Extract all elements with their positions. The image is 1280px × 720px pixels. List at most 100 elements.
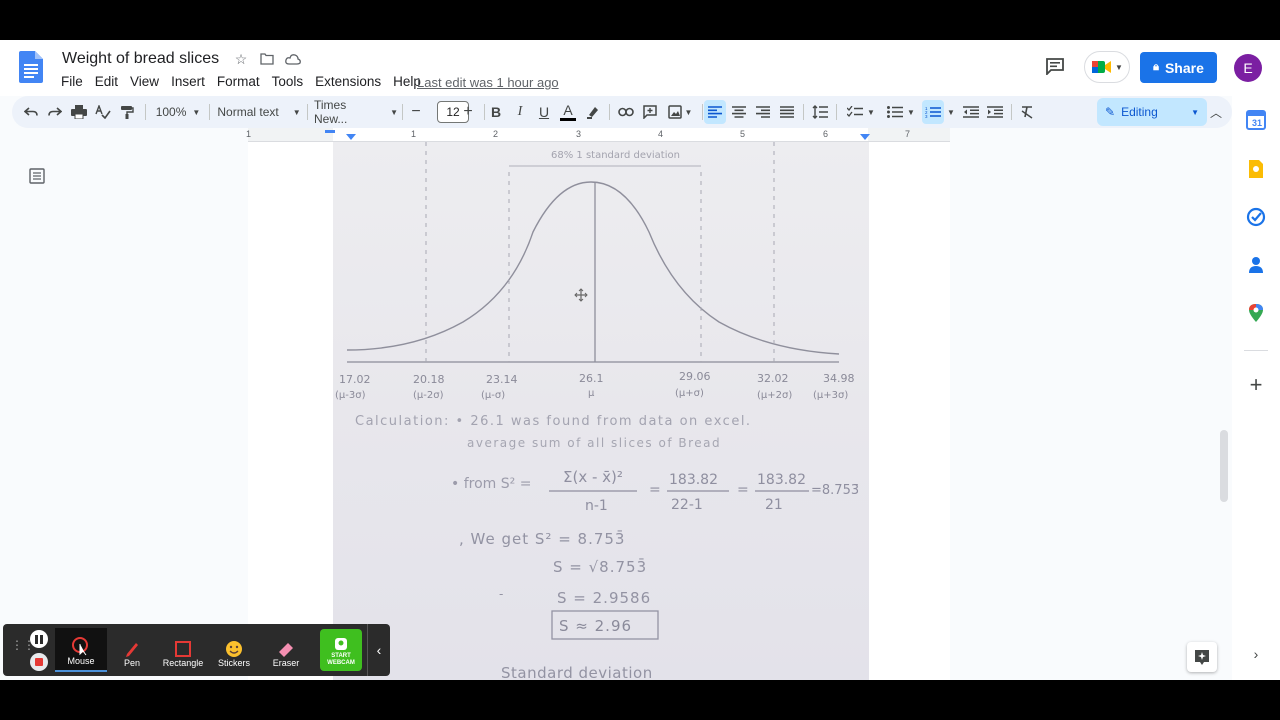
mouse-pointer-icon [72, 637, 88, 656]
s-value-line: S = 2.9586 [557, 589, 651, 607]
account-avatar[interactable]: E [1234, 54, 1262, 82]
tick-label: 29.06 [679, 370, 711, 383]
line-spacing-icon[interactable] [809, 96, 831, 128]
star-icon[interactable]: ☆ [232, 50, 250, 68]
webcam-label: START WEBCAM [327, 653, 355, 666]
insert-link-icon[interactable] [615, 96, 637, 128]
pen-tool-label: Pen [123, 658, 140, 668]
document-outline-icon[interactable] [29, 168, 45, 184]
meet-button[interactable]: ▼ [1084, 51, 1130, 83]
vertical-scrollbar[interactable] [1220, 430, 1228, 502]
text-color-icon[interactable]: A [557, 96, 579, 128]
chevron-down-icon: ▼ [390, 107, 398, 117]
scanned-image[interactable]: 68% 1 standard deviation 17.02 20.18 23.… [333, 142, 869, 680]
decrease-font-size-icon[interactable]: − [405, 96, 427, 128]
comment-history-icon[interactable] [1045, 57, 1065, 75]
tick-sublabel: (μ-σ) [481, 390, 505, 401]
share-button[interactable]: 🔒︎ Share [1140, 52, 1217, 83]
menu-tools[interactable]: Tools [272, 74, 304, 89]
document-title[interactable]: Weight of bread slices [62, 50, 219, 68]
print-icon[interactable] [68, 96, 90, 128]
spellcheck-icon[interactable] [92, 96, 114, 128]
add-addon-icon[interactable]: + [1246, 372, 1266, 397]
zoom-select[interactable]: 100% ▼ [152, 96, 204, 128]
collapse-menus-icon[interactable]: ︿ [1207, 96, 1225, 128]
start-webcam-button[interactable]: START WEBCAM [320, 629, 362, 671]
maps-icon[interactable] [1246, 303, 1266, 323]
move-folder-icon[interactable] [258, 50, 276, 68]
tick-label: 26.1 [579, 372, 604, 385]
underline-icon[interactable]: U [533, 96, 555, 128]
decrease-indent-icon[interactable] [960, 96, 982, 128]
menu-format[interactable]: Format [217, 74, 260, 89]
mouse-tool[interactable]: Mouse [55, 628, 107, 672]
stop-icon[interactable] [30, 653, 48, 671]
font-value: Times New... [314, 98, 348, 126]
align-left-icon[interactable] [704, 100, 726, 124]
tick-sublabel: (μ+3σ) [813, 390, 848, 401]
highlight-color-icon[interactable] [582, 96, 604, 128]
eraser-tool[interactable]: Eraser [260, 628, 312, 672]
style-select[interactable]: Normal text ▼ [216, 96, 302, 128]
contacts-icon[interactable] [1246, 255, 1266, 275]
fraction2-denominator: 22-1 [671, 497, 703, 513]
formula-denominator: n-1 [585, 498, 608, 514]
horizontal-ruler[interactable]: 1 1 2 3 4 5 6 7 [246, 128, 950, 142]
menu-insert[interactable]: Insert [171, 74, 205, 89]
checklist-icon[interactable]: ▼ [842, 96, 880, 128]
ruler-right-indent[interactable] [860, 134, 870, 140]
redo-icon[interactable] [44, 96, 66, 128]
menu-view[interactable]: View [130, 74, 159, 89]
move-cursor-icon [574, 288, 588, 302]
last-edit-link[interactable]: Last edit was 1 hour ago [417, 75, 559, 90]
add-comment-icon[interactable] [639, 96, 661, 128]
ruler-number: 1 [246, 129, 252, 139]
increase-font-size-icon[interactable]: + [457, 96, 479, 128]
pause-icon[interactable] [30, 630, 48, 648]
pen-tool[interactable]: Pen [106, 628, 158, 672]
chevron-down-icon[interactable]: ▼ [944, 96, 958, 128]
bold-icon[interactable]: B [485, 96, 507, 128]
menu-extensions[interactable]: Extensions [315, 74, 381, 89]
cloud-status-icon[interactable] [284, 50, 302, 68]
s-approx-line: S ≈ 2.96 [559, 617, 632, 635]
numbered-list-icon[interactable]: 123 [922, 100, 944, 124]
explore-button[interactable] [1187, 642, 1217, 672]
formula-prefix: • from S² = [451, 476, 531, 492]
italic-icon[interactable]: I [509, 96, 531, 128]
header: Weight of bread slices ☆ File Edit View … [0, 40, 1280, 96]
explore-icon [1195, 650, 1209, 665]
keep-icon[interactable] [1246, 159, 1266, 179]
tick-sublabel: (μ+2σ) [757, 390, 792, 401]
calc-line-2: average sum of all slices of Bread [467, 436, 721, 450]
align-right-icon[interactable] [752, 96, 774, 128]
chevron-right-icon[interactable]: › [1246, 644, 1266, 664]
menu-file[interactable]: File [61, 74, 83, 89]
calendar-icon[interactable]: 31 [1246, 110, 1266, 130]
increase-indent-icon[interactable] [984, 96, 1006, 128]
ruler-number: 6 [823, 129, 829, 139]
tick-sublabel: μ [588, 388, 595, 399]
document-page[interactable]: 68% 1 standard deviation 17.02 20.18 23.… [248, 142, 950, 680]
clear-formatting-icon[interactable] [1016, 96, 1038, 128]
collapse-toolbar-icon[interactable]: ‹ [367, 624, 390, 676]
bulleted-list-icon[interactable]: ▼ [882, 96, 920, 128]
justify-icon[interactable] [776, 96, 798, 128]
editing-mode-select[interactable]: ✎ Editing ▼ [1097, 98, 1207, 126]
stickers-tool[interactable]: Stickers [208, 628, 260, 672]
align-center-icon[interactable] [728, 96, 750, 128]
undo-icon[interactable] [20, 96, 42, 128]
svg-text:=: = [737, 482, 749, 498]
tick-sublabel: (μ-2σ) [413, 390, 444, 401]
paint-format-icon[interactable] [116, 96, 138, 128]
smiley-icon [226, 641, 242, 657]
ruler-left-indent[interactable] [346, 134, 356, 140]
menu-edit[interactable]: Edit [95, 74, 118, 89]
rectangle-tool[interactable]: Rectangle [157, 628, 209, 672]
zoom-value: 100% [155, 105, 187, 119]
google-docs-icon[interactable] [19, 51, 43, 83]
insert-image-icon[interactable]: ▼ [663, 96, 697, 128]
tasks-icon[interactable] [1246, 207, 1266, 227]
ruler-first-line-indent[interactable] [325, 130, 335, 133]
font-select[interactable]: Times New... ▼ [314, 96, 398, 128]
